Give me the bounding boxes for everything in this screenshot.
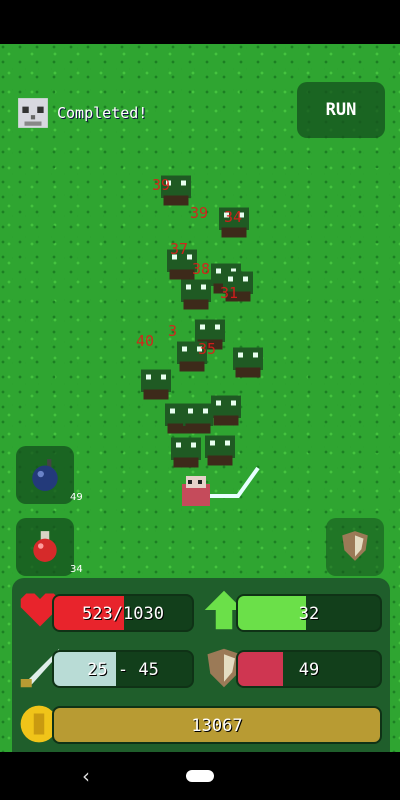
completed-status: Completed! bbox=[57, 104, 148, 122]
damage-number: 39 bbox=[190, 204, 209, 222]
gold-value: 13067 bbox=[191, 716, 243, 736]
damage-number: 40 bbox=[136, 332, 155, 350]
hero-player bbox=[182, 466, 260, 506]
bomb-count: 49 bbox=[70, 492, 83, 503]
bomb-icon bbox=[32, 459, 58, 491]
defense-bar: 49 bbox=[236, 650, 382, 688]
bomb-slot[interactable]: 49 bbox=[16, 446, 83, 504]
stats-panel: 523/1030 32 25 - 45 49 13067 bbox=[12, 578, 390, 752]
defense-value: 49 bbox=[298, 660, 320, 680]
gold-bar: 13067 bbox=[52, 706, 382, 744]
goblin-enemy bbox=[181, 279, 211, 310]
potion-icon bbox=[33, 531, 57, 562]
attack-bar: 25 - 45 bbox=[52, 650, 194, 688]
skull-icon bbox=[18, 98, 48, 128]
run-button-label: RUN bbox=[325, 100, 357, 120]
navigation-bar: ‹ bbox=[0, 752, 400, 800]
damage-number: 31 bbox=[220, 284, 239, 302]
damage-number: 37 bbox=[170, 240, 189, 258]
health-value: 523/1030 bbox=[82, 604, 164, 624]
potion-count: 34 bbox=[70, 564, 83, 575]
run-button[interactable]: RUN bbox=[297, 82, 385, 138]
level-value: 32 bbox=[298, 604, 320, 624]
game-field[interactable]: Completed! RUN 39 39 34 37 38 31 3 40 35… bbox=[0, 44, 400, 752]
potion-slot[interactable]: 34 bbox=[16, 518, 83, 576]
level-bar: 32 bbox=[236, 594, 382, 632]
damage-number: 35 bbox=[198, 340, 217, 358]
home-icon[interactable] bbox=[186, 770, 214, 782]
goblin-enemy bbox=[233, 347, 263, 378]
shield-ability-slot[interactable] bbox=[326, 518, 384, 576]
back-icon[interactable]: ‹ bbox=[82, 764, 90, 788]
status-bar bbox=[0, 0, 400, 44]
damage-number: 38 bbox=[192, 260, 211, 278]
attack-value: 25 - 45 bbox=[87, 660, 159, 680]
damage-number: 39 bbox=[152, 176, 171, 194]
damage-number: 3 bbox=[168, 322, 178, 340]
health-bar: 523/1030 bbox=[52, 594, 194, 632]
damage-number: 34 bbox=[224, 208, 243, 226]
shield-icon bbox=[342, 531, 368, 561]
